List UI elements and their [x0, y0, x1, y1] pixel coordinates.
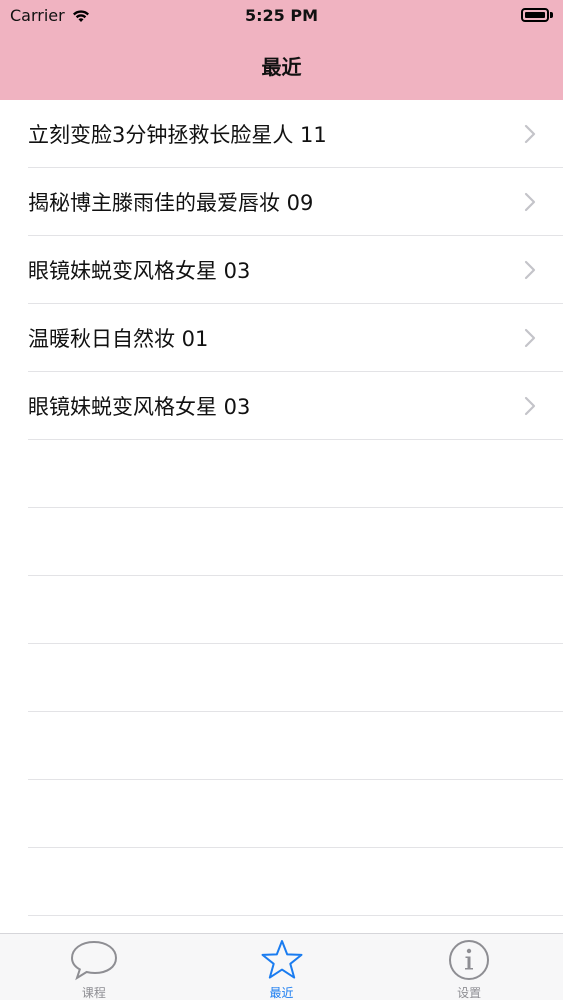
list-item-label: 揭秘博主滕雨佳的最爱唇妆 09 — [28, 190, 314, 215]
chevron-right-icon — [524, 124, 536, 144]
chevron-right-icon — [524, 192, 536, 212]
tab-label: 设置 — [457, 986, 482, 1000]
empty-row — [28, 780, 563, 848]
star-icon — [256, 938, 308, 982]
chevron-right-icon — [524, 328, 536, 348]
list-item-label: 眼镜妹蜕变风格女星 03 — [28, 394, 251, 419]
empty-row — [28, 508, 563, 576]
status-bar: Carrier 5:25 PM — [0, 0, 563, 30]
list-item[interactable]: 温暖秋日自然妆 01 — [28, 304, 563, 372]
tab-settings[interactable]: 设置 — [375, 934, 563, 1000]
list-item[interactable]: 立刻变脸3分钟拯救长脸星人 11 — [28, 100, 563, 168]
empty-row — [28, 644, 563, 712]
speech-bubble-icon — [68, 938, 120, 982]
header: Carrier 5:25 PM 最近 — [0, 0, 563, 100]
recent-list: 立刻变脸3分钟拯救长脸星人 11 揭秘博主滕雨佳的最爱唇妆 09 眼镜妹蜕变风格… — [0, 100, 563, 933]
chevron-right-icon — [524, 260, 536, 280]
tab-recent[interactable]: 最近 — [188, 934, 376, 1000]
tab-label: 课程 — [81, 986, 106, 1000]
list-item[interactable]: 眼镜妹蜕变风格女星 03 — [28, 372, 563, 440]
list-item-label: 眼镜妹蜕变风格女星 03 — [28, 258, 251, 283]
status-time: 5:25 PM — [244, 6, 318, 25]
list-item-label: 温暖秋日自然妆 01 — [28, 326, 209, 351]
list-item[interactable]: 揭秘博主滕雨佳的最爱唇妆 09 — [28, 168, 563, 236]
tab-bar: 课程 最近 设置 — [0, 933, 563, 1000]
nav-bar: 最近 — [0, 30, 563, 100]
tab-courses[interactable]: 课程 — [0, 934, 188, 1000]
empty-row — [28, 576, 563, 644]
chevron-right-icon — [524, 396, 536, 416]
empty-row — [28, 848, 563, 916]
info-icon — [443, 938, 495, 982]
empty-row — [28, 440, 563, 508]
empty-row — [28, 712, 563, 780]
page-title: 最近 — [261, 54, 302, 79]
list-item[interactable]: 眼镜妹蜕变风格女星 03 — [28, 236, 563, 304]
tab-label: 最近 — [269, 986, 294, 1000]
battery-icon — [521, 6, 555, 24]
list-item-label: 立刻变脸3分钟拯救长脸星人 11 — [28, 122, 327, 147]
